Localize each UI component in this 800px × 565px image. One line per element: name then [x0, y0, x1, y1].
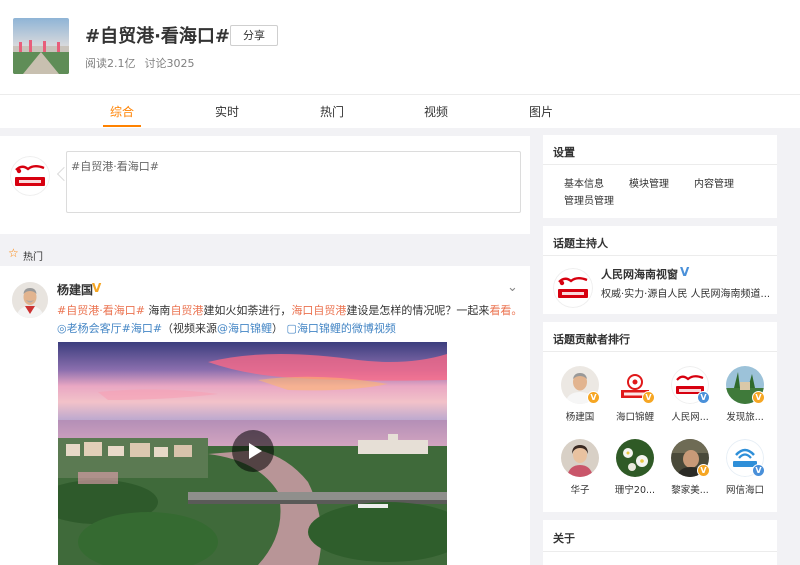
settings-content-link[interactable]: 内容管理 [694, 175, 734, 190]
tab-hot[interactable]: 热门 [320, 103, 344, 120]
keyword-link[interactable]: 自贸港 [170, 304, 203, 317]
contributor-item[interactable]: V 黎家美... [668, 439, 712, 496]
tab-comprehensive[interactable]: 综合 [110, 103, 134, 120]
card-divider [543, 551, 777, 552]
keyword-link[interactable]: 看看。 [489, 304, 522, 317]
contributor-name[interactable]: 网信海口 [715, 482, 775, 496]
active-tab-indicator [103, 125, 141, 127]
contributor-item[interactable]: 华子 [558, 439, 602, 496]
contributor-name[interactable]: 华子 [550, 482, 610, 496]
host-card: 话题主持人 人民网海南视窗 V 权威·实力·源自人民 人民网海南频道... [543, 226, 777, 314]
about-title: 关于 [553, 532, 575, 545]
topic-stats: 阅读2.1亿 讨论3025 [85, 55, 204, 71]
verified-badge-icon: V [697, 464, 710, 477]
verified-badge-icon: V [752, 391, 765, 404]
host-avatar[interactable] [553, 268, 593, 308]
contributor-name[interactable]: 杨建国 [550, 409, 610, 423]
contributor-item[interactable]: V 发现旅... [723, 366, 767, 423]
contributor-name[interactable]: 黎家美... [660, 482, 720, 496]
tabs-divider [0, 94, 800, 95]
post-card: 杨建国 V ⌄ #自贸港·看海口# 海南自贸港建如火如荼进行，海口自贸港建设是怎… [0, 266, 530, 565]
settings-card: 设置 基本信息 模块管理 内容管理 管理员管理 [543, 135, 777, 218]
video-link-icon: ▢ [283, 322, 297, 335]
card-divider [543, 255, 777, 256]
hot-section-label: 热门 [23, 252, 43, 263]
video-link[interactable]: 海口锦鲤的微博视频 [297, 322, 396, 335]
contributor-item[interactable]: V 网信海口 [723, 439, 767, 496]
discussion-count: 讨论3025 [144, 57, 195, 70]
post-author-name[interactable]: 杨建国 [57, 281, 93, 298]
contributors-card: 话题贡献者排行 V 杨建国 V 海口锦鲤 V 人民网... V 发现旅... 华… [543, 322, 777, 512]
contributors-title: 话题贡献者排行 [553, 333, 630, 346]
contributor-avatar[interactable] [616, 439, 654, 477]
host-name[interactable]: 人民网海南视窗 [601, 266, 678, 282]
chevron-down-icon[interactable]: ⌄ [507, 280, 518, 295]
tab-pictures[interactable]: 图片 [529, 103, 553, 120]
contributor-name[interactable]: 发现旅... [715, 409, 775, 423]
contributor-name[interactable]: 海口锦鲤 [605, 409, 665, 423]
contributor-item[interactable]: 珊宁20... [613, 439, 657, 496]
location-icon: ◎ [57, 322, 67, 335]
contributor-item[interactable]: V 人民网... [668, 366, 712, 423]
settings-title: 设置 [553, 146, 575, 159]
verified-badge-icon: V [680, 265, 690, 279]
hashtag-link[interactable]: #自贸港·看海口# [57, 304, 145, 317]
compose-input[interactable]: #自贸港·看海口# [66, 151, 521, 213]
contributor-name[interactable]: 人民网... [660, 409, 720, 423]
host-title: 话题主持人 [553, 237, 608, 250]
compose-card: #自贸港·看海口# [0, 136, 530, 234]
hot-section-header: ☆ 热门 [0, 242, 530, 266]
share-button[interactable]: 分享 [230, 25, 278, 46]
read-count: 阅读2.1亿 [85, 57, 136, 70]
verified-badge-icon: V [697, 391, 710, 404]
topic-cover-image [13, 18, 69, 74]
post-author-avatar[interactable] [12, 282, 48, 318]
tab-video[interactable]: 视频 [424, 103, 448, 120]
settings-admin-link[interactable]: 管理员管理 [564, 192, 614, 207]
hashtag-link[interactable]: #海口# [122, 322, 162, 335]
settings-basic-info-link[interactable]: 基本信息 [564, 175, 604, 190]
contributor-avatar[interactable] [561, 439, 599, 477]
contributor-item[interactable]: V 杨建国 [558, 366, 602, 423]
play-icon[interactable] [232, 430, 274, 472]
verified-badge-icon: V [752, 464, 765, 477]
verified-badge-icon: V [587, 391, 600, 404]
post-text: #自贸港·看海口# 海南自贸港建如火如荼进行，海口自贸港建设是怎样的情况呢？一起… [57, 304, 523, 335]
settings-module-link[interactable]: 模块管理 [629, 175, 669, 190]
location-link[interactable]: 老杨会客厅 [67, 322, 122, 335]
topic-header: #自贸港·看海口# 分享 阅读2.1亿 讨论3025 综合 实时 热门 视频 图片 [0, 0, 800, 128]
about-card: 关于 [543, 520, 777, 565]
contributor-name[interactable]: 珊宁20... [605, 482, 665, 496]
mention-link[interactable]: @海口锦鲤 [217, 322, 272, 335]
card-divider [543, 164, 777, 165]
host-description: 权威·实力·源自人民 人民网海南频道... [601, 289, 771, 300]
verified-badge-icon: V [92, 281, 102, 295]
tab-realtime[interactable]: 实时 [215, 103, 239, 120]
keyword-link[interactable]: 海口自贸港 [291, 304, 346, 317]
card-divider [543, 351, 777, 352]
post-video[interactable] [58, 342, 447, 565]
topic-title: #自贸港·看海口# [85, 26, 231, 47]
people-daily-hainan-logo-icon [10, 156, 50, 196]
verified-badge-icon: V [642, 391, 655, 404]
contributor-item[interactable]: V 海口锦鲤 [613, 366, 657, 423]
star-outline-icon: ☆ [8, 246, 19, 260]
